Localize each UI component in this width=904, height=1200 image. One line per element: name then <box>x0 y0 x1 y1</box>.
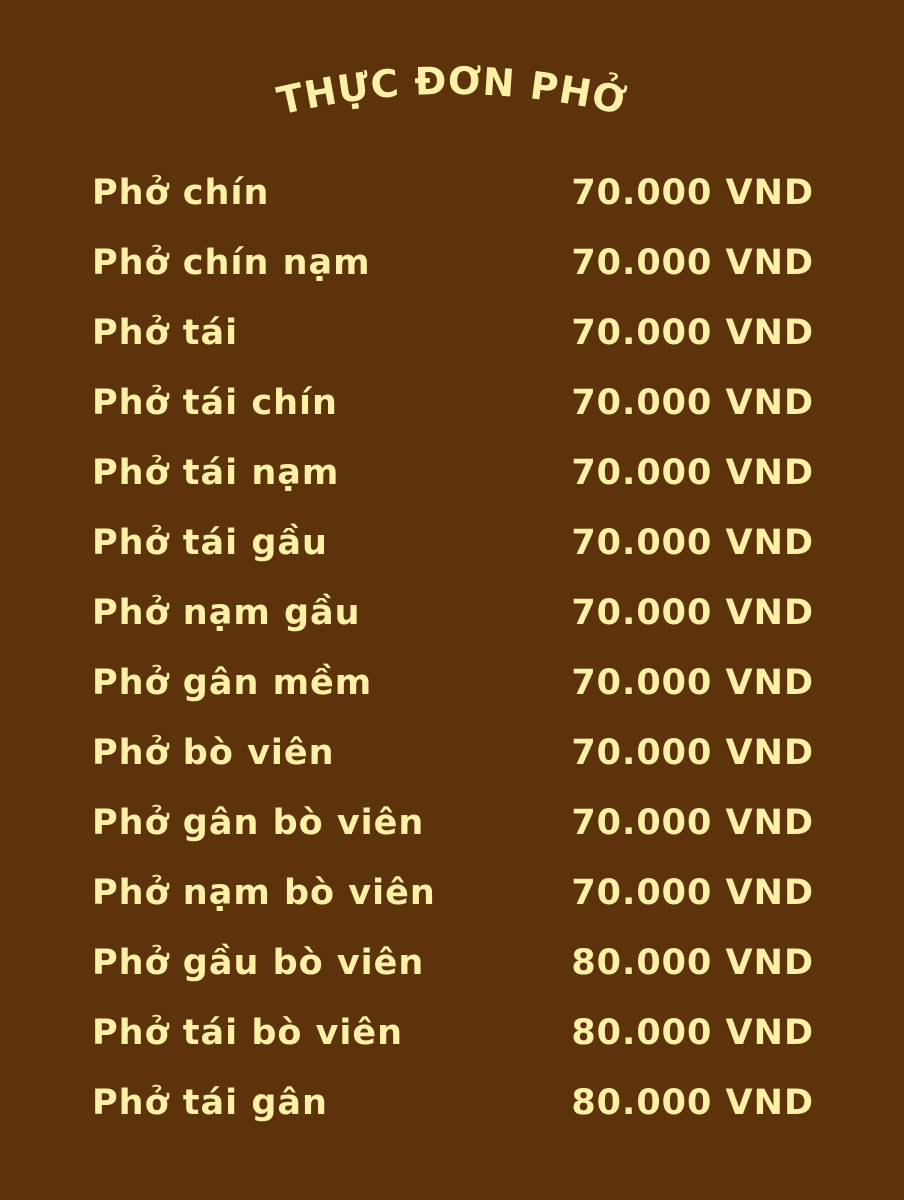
menu-item-price: 70.000 VND <box>571 663 814 703</box>
menu-item-name: Phở gân mềm <box>92 663 373 703</box>
menu-item: Phở tái bò viên 80.000 VND <box>92 998 814 1068</box>
menu-item-price: 80.000 VND <box>571 1083 814 1123</box>
menu-item-price: 70.000 VND <box>571 453 814 493</box>
menu-item-price: 70.000 VND <box>571 383 814 423</box>
menu-item-name: Phở chín <box>92 173 270 213</box>
menu-item-price: 70.000 VND <box>571 243 814 283</box>
menu-item: Phở nạm gầu 70.000 VND <box>92 578 814 648</box>
menu-item-price: 80.000 VND <box>571 943 814 983</box>
menu-title: THỰC ĐƠN PHỞ <box>0 55 904 135</box>
menu-item: Phở tái chín 70.000 VND <box>92 368 814 438</box>
menu-item-name: Phở nạm bò viên <box>92 873 436 913</box>
menu-item: Phở gân mềm 70.000 VND <box>92 648 814 718</box>
menu-item-name: Phở bò viên <box>92 733 335 773</box>
menu-item: Phở tái gân 80.000 VND <box>92 1068 814 1138</box>
menu-item-name: Phở tái nạm <box>92 453 340 493</box>
menu-item-name: Phở tái gầu <box>92 523 328 563</box>
menu-item-name: Phở tái gân <box>92 1083 328 1123</box>
menu-item-price: 70.000 VND <box>571 593 814 633</box>
menu-item-price: 80.000 VND <box>571 1013 814 1053</box>
menu-item-price: 70.000 VND <box>571 313 814 353</box>
menu-item: Phở tái 70.000 VND <box>92 298 814 368</box>
menu-item-name: Phở tái bò viên <box>92 1013 404 1053</box>
menu-item-price: 70.000 VND <box>571 523 814 563</box>
menu-item-name: Phở tái <box>92 313 239 353</box>
menu-item-price: 70.000 VND <box>571 873 814 913</box>
menu-item: Phở nạm bò viên 70.000 VND <box>92 858 814 928</box>
menu-item: Phở chín 70.000 VND <box>92 158 814 228</box>
menu-item-name: Phở nạm gầu <box>92 593 361 633</box>
menu-title-text: THỰC ĐƠN PHỞ <box>273 59 631 124</box>
menu-item: Phở tái gầu 70.000 VND <box>92 508 814 578</box>
menu-item-price: 70.000 VND <box>571 173 814 213</box>
menu-item: Phở gân bò viên 70.000 VND <box>92 788 814 858</box>
menu-item: Phở bò viên 70.000 VND <box>92 718 814 788</box>
menu-item: Phở chín nạm 70.000 VND <box>92 228 814 298</box>
menu-item-name: Phở tái chín <box>92 383 338 423</box>
menu-item-name: Phở gân bò viên <box>92 803 425 843</box>
menu-item: Phở tái nạm 70.000 VND <box>92 438 814 508</box>
menu-item-name: Phở chín nạm <box>92 243 371 283</box>
menu-item-price: 70.000 VND <box>571 803 814 843</box>
menu-list: Phở chín 70.000 VND Phở chín nạm 70.000 … <box>92 158 814 1138</box>
menu-item: Phở gầu bò viên 80.000 VND <box>92 928 814 998</box>
menu-item-price: 70.000 VND <box>571 733 814 773</box>
menu-page: { "menu": { "title": "THỰC ĐƠN PHỞ", "it… <box>0 0 904 1200</box>
menu-item-name: Phở gầu bò viên <box>92 943 425 983</box>
